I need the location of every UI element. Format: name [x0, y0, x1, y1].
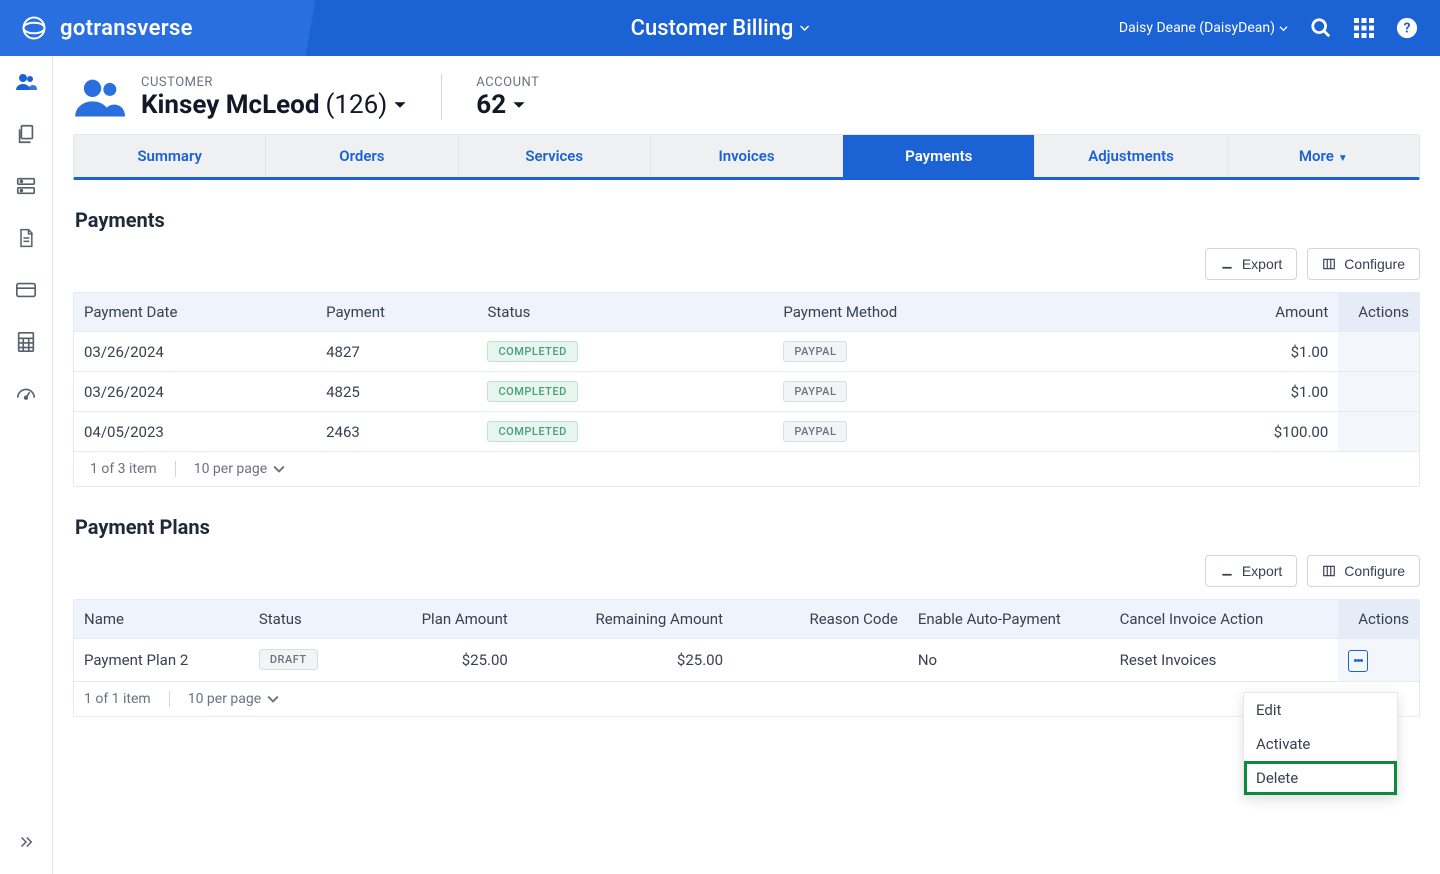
top-bar: gotransverse Customer Billing Daisy Dean…	[0, 0, 1440, 56]
account-label: ACCOUNT	[476, 75, 539, 90]
payments-title: Payments	[75, 208, 1420, 232]
chevron-down-icon	[273, 463, 285, 475]
caret-down-icon	[393, 98, 407, 112]
main-content: CUSTOMER Kinsey McLeod (126) ACCOUNT 62	[53, 56, 1440, 874]
help-icon: ?	[1396, 17, 1418, 39]
caret-down-icon	[512, 98, 526, 112]
status-badge: DRAFT	[259, 649, 318, 670]
apps-button[interactable]	[1354, 18, 1374, 38]
caret-down-icon	[1279, 24, 1288, 33]
columns-icon	[1322, 564, 1336, 578]
download-icon	[1220, 257, 1234, 271]
app-name: gotransverse	[60, 16, 193, 41]
server-icon	[15, 175, 37, 197]
columns-icon	[1322, 257, 1336, 271]
tab-orders[interactable]: Orders	[265, 135, 457, 177]
col-status[interactable]: Status	[249, 600, 357, 638]
logo-icon	[20, 14, 48, 42]
row-actions-button[interactable]	[1348, 650, 1368, 672]
account-number: 62	[476, 90, 506, 120]
sidebar-item-data[interactable]	[14, 174, 38, 198]
plans-pager-count: 1 of 1 item	[84, 691, 151, 707]
customer-name: Kinsey McLeod	[141, 90, 320, 120]
gauge-icon	[15, 383, 37, 405]
document-icon	[16, 227, 36, 249]
payments-export-button[interactable]: Export	[1205, 248, 1297, 280]
menu-item-delete[interactable]: Delete	[1244, 761, 1397, 795]
col-actions[interactable]: Actions	[1338, 600, 1419, 638]
table-row: 03/26/2024 4825 COMPLETED PAYPAL $1.00	[74, 371, 1419, 411]
col-payment[interactable]: Payment	[316, 293, 477, 331]
customer-selector[interactable]: CUSTOMER Kinsey McLeod (126)	[73, 74, 407, 120]
sidebar-item-customers[interactable]	[14, 70, 38, 94]
payments-pager-count: 1 of 3 item	[90, 461, 157, 477]
download-icon	[1220, 564, 1234, 578]
plans-configure-button[interactable]: Configure	[1307, 555, 1420, 587]
sidebar-expand[interactable]	[14, 830, 38, 854]
method-badge: PAYPAL	[783, 341, 847, 362]
payments-per-page[interactable]: 10 per page	[194, 461, 285, 477]
col-remaining[interactable]: Remaining Amount	[518, 600, 733, 638]
tab-payments[interactable]: Payments	[842, 135, 1034, 177]
col-status[interactable]: Status	[477, 293, 773, 331]
plans-per-page[interactable]: 10 per page	[188, 691, 279, 707]
col-actions[interactable]: Actions	[1338, 293, 1419, 331]
menu-item-activate[interactable]: Activate	[1244, 727, 1397, 761]
col-reason[interactable]: Reason Code	[733, 600, 908, 638]
sidebar-item-calculator[interactable]	[14, 330, 38, 354]
col-amount[interactable]: Amount	[1110, 293, 1339, 331]
col-cancel-action[interactable]: Cancel Invoice Action	[1110, 600, 1339, 638]
help-button[interactable]: ?	[1396, 17, 1418, 39]
menu-item-edit[interactable]: Edit	[1244, 693, 1397, 727]
svg-text:?: ?	[1404, 21, 1411, 37]
tab-adjustments[interactable]: Adjustments	[1034, 135, 1226, 177]
sidebar-item-document[interactable]	[14, 226, 38, 250]
search-button[interactable]	[1310, 17, 1332, 39]
tab-bar: Summary Orders Services Invoices Payment…	[73, 134, 1420, 180]
tab-summary[interactable]: Summary	[74, 135, 265, 177]
copy-icon	[15, 123, 37, 145]
table-row: 04/05/2023 2463 COMPLETED PAYPAL $100.00	[74, 411, 1419, 451]
section-dropdown[interactable]: Customer Billing	[631, 16, 810, 41]
col-payment-date[interactable]: Payment Date	[74, 293, 316, 331]
customer-label: CUSTOMER	[141, 75, 407, 90]
payments-configure-button[interactable]: Configure	[1307, 248, 1420, 280]
chevron-right-double-icon	[17, 833, 35, 851]
tab-services[interactable]: Services	[458, 135, 650, 177]
plans-export-button[interactable]: Export	[1205, 555, 1297, 587]
chevron-down-icon	[267, 693, 279, 705]
payments-table: Payment Date Payment Status Payment Meth…	[73, 292, 1420, 487]
logo[interactable]: gotransverse	[0, 0, 213, 56]
method-badge: PAYPAL	[783, 381, 847, 402]
sidebar	[0, 56, 53, 874]
table-row: 03/26/2024 4827 COMPLETED PAYPAL $1.00	[74, 331, 1419, 371]
caret-down-icon	[799, 23, 809, 33]
status-badge: COMPLETED	[487, 381, 577, 402]
plans-title: Payment Plans	[75, 515, 1420, 539]
search-icon	[1310, 17, 1332, 39]
sidebar-item-copy[interactable]	[14, 122, 38, 146]
user-menu[interactable]: Daisy Deane (DaisyDean)	[1119, 20, 1288, 36]
status-badge: COMPLETED	[487, 341, 577, 362]
tab-invoices[interactable]: Invoices	[650, 135, 842, 177]
users-icon	[14, 69, 38, 95]
col-method[interactable]: Payment Method	[773, 293, 1109, 331]
col-autopay[interactable]: Enable Auto-Payment	[908, 600, 1110, 638]
table-row: Payment Plan 2 DRAFT $25.00 $25.00 No Re…	[74, 638, 1419, 681]
tab-more[interactable]: More▼	[1227, 135, 1419, 177]
customer-count: (126)	[326, 90, 388, 120]
col-plan-amount[interactable]: Plan Amount	[356, 600, 517, 638]
sidebar-item-dashboard[interactable]	[14, 382, 38, 406]
account-selector[interactable]: ACCOUNT 62	[476, 75, 539, 120]
col-name[interactable]: Name	[74, 600, 249, 638]
sidebar-item-card[interactable]	[14, 278, 38, 302]
users-icon	[73, 74, 125, 120]
status-badge: COMPLETED	[487, 421, 577, 442]
method-badge: PAYPAL	[783, 421, 847, 442]
credit-card-icon	[15, 279, 37, 301]
plans-table: Name Status Plan Amount Remaining Amount…	[73, 599, 1420, 717]
calculator-icon	[15, 331, 37, 353]
actions-menu: Edit Activate Delete	[1243, 692, 1398, 796]
apps-grid-icon	[1354, 18, 1374, 38]
